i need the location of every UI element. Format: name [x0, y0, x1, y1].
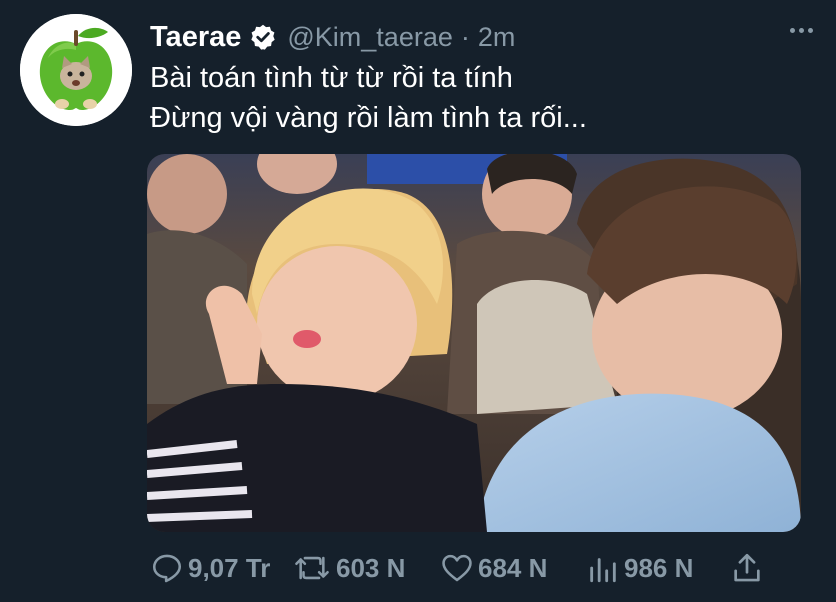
more-options-icon[interactable] — [790, 20, 820, 40]
author-display-name[interactable]: Taerae — [150, 21, 241, 54]
verified-badge-icon — [251, 24, 276, 50]
views-button[interactable]: 986 N — [586, 550, 693, 586]
reply-count: 9,07 Tr — [188, 552, 271, 583]
tweet-text: Bài toán tình từ từ rồi ta tính Đừng vội… — [150, 58, 587, 138]
tweet: Taerae @Kim_taerae · 2m Bài toán tình từ… — [0, 0, 836, 602]
tweet-photo[interactable] — [147, 154, 801, 532]
photo-image — [147, 154, 801, 532]
timestamp[interactable]: 2m — [478, 22, 516, 53]
reply-button[interactable]: 9,07 Tr — [150, 550, 270, 586]
like-count: 684 N — [478, 552, 548, 583]
tweet-actions: 9,07 Tr 603 N 684 N 986 N — [150, 550, 810, 586]
share-icon — [734, 553, 760, 582]
green-apple-cat-avatar-icon — [20, 14, 132, 126]
retweet-button[interactable]: 603 N — [292, 550, 405, 586]
analytics-icon — [590, 558, 616, 583]
like-button[interactable]: 684 N — [440, 550, 547, 586]
retweet-icon — [295, 556, 329, 580]
tweet-text-line: Đừng vội vàng rồi làm tình ta rối... — [150, 102, 587, 134]
tweet-header: Taerae @Kim_taerae · 2m — [150, 18, 515, 56]
heart-icon — [442, 554, 472, 582]
retweet-count: 603 N — [336, 552, 406, 583]
separator-dot: · — [460, 21, 470, 52]
views-count: 986 N — [624, 552, 694, 583]
tweet-text-line: Bài toán tình từ từ rồi ta tính — [150, 62, 513, 94]
author-handle[interactable]: @Kim_taerae — [287, 22, 452, 53]
reply-icon — [152, 554, 182, 583]
avatar[interactable] — [20, 14, 132, 126]
share-button[interactable] — [730, 550, 764, 586]
